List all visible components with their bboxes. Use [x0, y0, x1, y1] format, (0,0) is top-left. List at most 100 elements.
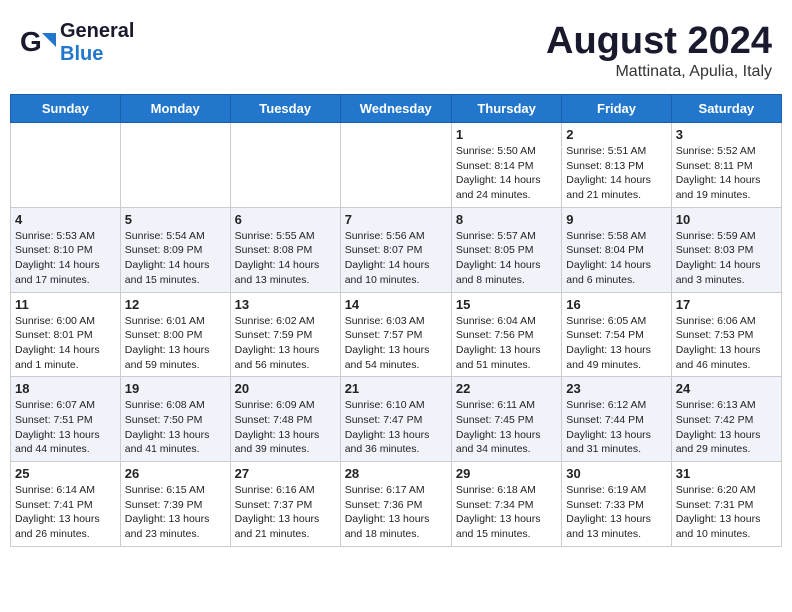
calendar-cell: 13 Sunrise: 6:02 AM Sunset: 7:59 PM Dayli… [230, 292, 340, 377]
calendar-cell [230, 123, 340, 208]
logo-icon: G [20, 25, 56, 61]
day-number: 1 [456, 127, 557, 142]
calendar-cell: 18 Sunrise: 6:07 AM Sunset: 7:51 PM Dayli… [11, 377, 121, 462]
svg-text:G: G [20, 26, 42, 57]
cell-content: Sunrise: 5:53 AM Sunset: 8:10 PM Dayligh… [15, 229, 116, 288]
cell-content: Sunrise: 5:57 AM Sunset: 8:05 PM Dayligh… [456, 229, 557, 288]
logo-blue: Blue [60, 43, 103, 65]
day-header-friday: Friday [562, 95, 671, 123]
calendar-cell: 14 Sunrise: 6:03 AM Sunset: 7:57 PM Dayli… [340, 292, 451, 377]
calendar-week-1: 1 Sunrise: 5:50 AM Sunset: 8:14 PM Daylig… [11, 123, 782, 208]
cell-content: Sunrise: 6:05 AM Sunset: 7:54 PM Dayligh… [566, 314, 666, 373]
calendar-cell: 1 Sunrise: 5:50 AM Sunset: 8:14 PM Daylig… [451, 123, 561, 208]
cell-content: Sunrise: 6:19 AM Sunset: 7:33 PM Dayligh… [566, 483, 666, 542]
cell-content: Sunrise: 6:06 AM Sunset: 7:53 PM Dayligh… [676, 314, 777, 373]
cell-content: Sunrise: 6:02 AM Sunset: 7:59 PM Dayligh… [235, 314, 336, 373]
calendar-cell: 26Sunrise: 6:15 AM Sunset: 7:39 PM Dayli… [120, 462, 230, 547]
calendar-cell: 8 Sunrise: 5:57 AM Sunset: 8:05 PM Daylig… [451, 207, 561, 292]
day-number: 31 [676, 466, 777, 481]
calendar-week-4: 18 Sunrise: 6:07 AM Sunset: 7:51 PM Dayli… [11, 377, 782, 462]
day-number: 22 [456, 381, 557, 396]
day-number: 24 [676, 381, 777, 396]
cell-content: Sunrise: 6:03 AM Sunset: 7:57 PM Dayligh… [345, 314, 447, 373]
calendar-cell: 29Sunrise: 6:18 AM Sunset: 7:34 PM Dayli… [451, 462, 561, 547]
calendar-cell: 22 Sunrise: 6:11 AM Sunset: 7:45 PM Dayli… [451, 377, 561, 462]
cell-content: Sunrise: 6:00 AM Sunset: 8:01 PM Dayligh… [15, 314, 116, 373]
day-number: 28 [345, 466, 447, 481]
day-number: 13 [235, 297, 336, 312]
cell-content: Sunrise: 6:07 AM Sunset: 7:51 PM Dayligh… [15, 398, 116, 457]
page-header: G General Blue August 2024 Mattinata, Ap… [10, 10, 782, 86]
day-number: 4 [15, 212, 116, 227]
day-number: 21 [345, 381, 447, 396]
calendar-cell: 11 Sunrise: 6:00 AM Sunset: 8:01 PM Dayli… [11, 292, 121, 377]
cell-content: Sunrise: 6:20 AM Sunset: 7:31 PM Dayligh… [676, 483, 777, 542]
calendar-cell: 4 Sunrise: 5:53 AM Sunset: 8:10 PM Daylig… [11, 207, 121, 292]
calendar-cell: 9 Sunrise: 5:58 AM Sunset: 8:04 PM Daylig… [562, 207, 671, 292]
calendar-table: SundayMondayTuesdayWednesdayThursdayFrid… [10, 94, 782, 547]
subtitle: Mattinata, Apulia, Italy [546, 63, 772, 81]
day-number: 14 [345, 297, 447, 312]
cell-content: Sunrise: 6:09 AM Sunset: 7:48 PM Dayligh… [235, 398, 336, 457]
cell-content: Sunrise: 6:12 AM Sunset: 7:44 PM Dayligh… [566, 398, 666, 457]
day-number: 19 [125, 381, 226, 396]
calendar-cell: 16 Sunrise: 6:05 AM Sunset: 7:54 PM Dayli… [562, 292, 671, 377]
calendar-cell: 12Sunrise: 6:01 AM Sunset: 8:00 PM Dayli… [120, 292, 230, 377]
calendar-cell: 23 Sunrise: 6:12 AM Sunset: 7:44 PM Dayli… [562, 377, 671, 462]
day-number: 7 [345, 212, 447, 227]
calendar-cell: 21Sunrise: 6:10 AM Sunset: 7:47 PM Dayli… [340, 377, 451, 462]
day-number: 2 [566, 127, 666, 142]
day-number: 16 [566, 297, 666, 312]
calendar-header-row: SundayMondayTuesdayWednesdayThursdayFrid… [11, 95, 782, 123]
day-number: 3 [676, 127, 777, 142]
day-header-tuesday: Tuesday [230, 95, 340, 123]
cell-content: Sunrise: 5:52 AM Sunset: 8:11 PM Dayligh… [676, 144, 777, 203]
cell-content: Sunrise: 6:04 AM Sunset: 7:56 PM Dayligh… [456, 314, 557, 373]
calendar-week-3: 11 Sunrise: 6:00 AM Sunset: 8:01 PM Dayli… [11, 292, 782, 377]
day-number: 29 [456, 466, 557, 481]
calendar-cell: 27 Sunrise: 6:16 AM Sunset: 7:37 PM Dayli… [230, 462, 340, 547]
day-number: 5 [125, 212, 226, 227]
day-number: 30 [566, 466, 666, 481]
calendar-cell: 25 Sunrise: 6:14 AM Sunset: 7:41 PM Dayli… [11, 462, 121, 547]
day-number: 11 [15, 297, 116, 312]
title-block: August 2024 Mattinata, Apulia, Italy [546, 20, 772, 81]
day-number: 15 [456, 297, 557, 312]
logo-general: General [60, 20, 134, 42]
day-number: 6 [235, 212, 336, 227]
day-number: 18 [15, 381, 116, 396]
day-header-thursday: Thursday [451, 95, 561, 123]
calendar-cell: 5 Sunrise: 5:54 AM Sunset: 8:09 PM Daylig… [120, 207, 230, 292]
day-number: 9 [566, 212, 666, 227]
cell-content: Sunrise: 6:11 AM Sunset: 7:45 PM Dayligh… [456, 398, 557, 457]
day-number: 27 [235, 466, 336, 481]
cell-content: Sunrise: 6:16 AM Sunset: 7:37 PM Dayligh… [235, 483, 336, 542]
day-header-monday: Monday [120, 95, 230, 123]
cell-content: Sunrise: 6:15 AM Sunset: 7:39 PM Dayligh… [125, 483, 226, 542]
day-number: 17 [676, 297, 777, 312]
cell-content: Sunrise: 5:56 AM Sunset: 8:07 PM Dayligh… [345, 229, 447, 288]
calendar-cell: 2 Sunrise: 5:51 AM Sunset: 8:13 PM Daylig… [562, 123, 671, 208]
calendar-cell: 7 Sunrise: 5:56 AM Sunset: 8:07 PM Daylig… [340, 207, 451, 292]
calendar-cell: 20Sunrise: 6:09 AM Sunset: 7:48 PM Dayli… [230, 377, 340, 462]
day-number: 8 [456, 212, 557, 227]
cell-content: Sunrise: 5:58 AM Sunset: 8:04 PM Dayligh… [566, 229, 666, 288]
logo: G General Blue [20, 20, 134, 66]
cell-content: Sunrise: 6:13 AM Sunset: 7:42 PM Dayligh… [676, 398, 777, 457]
calendar-cell: 15 Sunrise: 6:04 AM Sunset: 7:56 PM Dayli… [451, 292, 561, 377]
day-number: 23 [566, 381, 666, 396]
calendar-cell: 6Sunrise: 5:55 AM Sunset: 8:08 PM Daylig… [230, 207, 340, 292]
cell-content: Sunrise: 6:17 AM Sunset: 7:36 PM Dayligh… [345, 483, 447, 542]
day-number: 25 [15, 466, 116, 481]
cell-content: Sunrise: 5:54 AM Sunset: 8:09 PM Dayligh… [125, 229, 226, 288]
day-header-saturday: Saturday [671, 95, 781, 123]
calendar-cell: 17 Sunrise: 6:06 AM Sunset: 7:53 PM Dayli… [671, 292, 781, 377]
calendar-week-2: 4 Sunrise: 5:53 AM Sunset: 8:10 PM Daylig… [11, 207, 782, 292]
cell-content: Sunrise: 5:59 AM Sunset: 8:03 PM Dayligh… [676, 229, 777, 288]
cell-content: Sunrise: 5:50 AM Sunset: 8:14 PM Dayligh… [456, 144, 557, 203]
cell-content: Sunrise: 6:14 AM Sunset: 7:41 PM Dayligh… [15, 483, 116, 542]
calendar-cell: 24 Sunrise: 6:13 AM Sunset: 7:42 PM Dayli… [671, 377, 781, 462]
cell-content: Sunrise: 6:01 AM Sunset: 8:00 PM Dayligh… [125, 314, 226, 373]
cell-content: Sunrise: 5:51 AM Sunset: 8:13 PM Dayligh… [566, 144, 666, 203]
calendar-cell: 31 Sunrise: 6:20 AM Sunset: 7:31 PM Dayli… [671, 462, 781, 547]
